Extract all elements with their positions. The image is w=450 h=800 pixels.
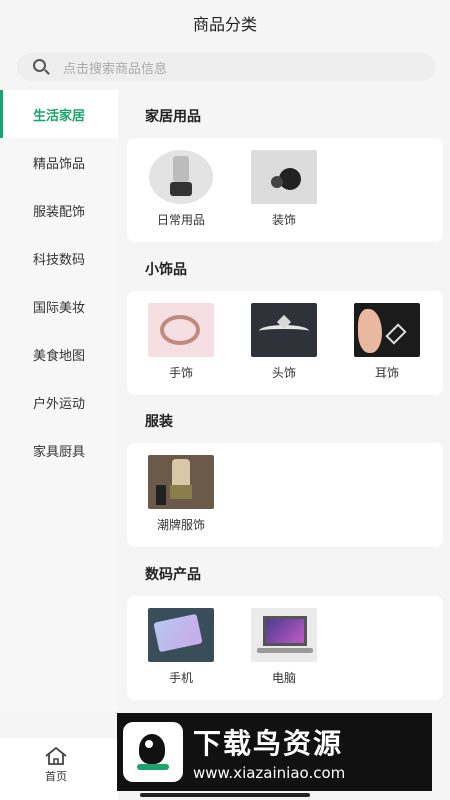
category-item[interactable]: 耳饰: [353, 303, 421, 381]
tiara-image: [251, 303, 317, 357]
sidebar-item-label: 精品饰品: [32, 156, 85, 172]
bottom-nav: 首页: [0, 738, 118, 800]
category-item-label: 手饰: [168, 366, 193, 380]
category-item[interactable]: 装饰: [250, 150, 318, 228]
search-bar[interactable]: 点击搜索商品信息: [17, 53, 436, 81]
home-tab-label[interactable]: 首页: [0, 768, 112, 784]
sidebar-item-label: 服装配饰: [32, 204, 85, 220]
category-item-label: 头饰: [271, 366, 296, 380]
watermark-url: www.xiazainiao.com: [193, 764, 346, 782]
category-card: 手饰 头饰 耳饰: [127, 291, 443, 395]
sidebar-item-food[interactable]: 美食地图: [0, 330, 118, 378]
category-content: 家居用品 日常用品 装饰 小饰品 手饰 头饰 耳饰 服装 潮牌服饰 数码产品 手…: [118, 90, 450, 720]
category-item-label: 电脑: [271, 671, 296, 685]
sidebar-item-label: 生活家居: [32, 108, 85, 124]
bird-logo-icon: [123, 722, 183, 782]
sidebar-item-label: 美食地图: [32, 348, 85, 364]
search-icon: [31, 57, 51, 77]
category-card: 手机 电脑: [127, 596, 443, 700]
home-indicator: [140, 793, 310, 797]
page-header: 商品分类: [0, 0, 450, 45]
phone-image: [148, 608, 214, 662]
sidebar-item-jewelry[interactable]: 精品饰品: [0, 138, 118, 186]
category-item[interactable]: 手饰: [147, 303, 215, 381]
watermark-title: 下载鸟资源: [193, 727, 344, 760]
watermark-banner: 下载鸟资源 www.xiazainiao.com: [117, 713, 432, 791]
sidebar-item-tech[interactable]: 科技数码: [0, 234, 118, 282]
search-input[interactable]: 点击搜索商品信息: [63, 58, 167, 77]
sidebar-item-apparel[interactable]: 服装配饰: [0, 186, 118, 234]
bracelet-image: [148, 303, 214, 357]
fashion-image: [148, 455, 214, 509]
category-item-label: 装饰: [271, 213, 296, 227]
sidebar-item-furniture[interactable]: 家具厨具: [0, 426, 118, 474]
section-title: 服装: [145, 414, 173, 430]
sidebar-item-living-home[interactable]: 生活家居: [0, 90, 118, 138]
category-item[interactable]: 电脑: [250, 608, 318, 686]
earring-image: [354, 303, 420, 357]
category-item-label: 手机: [168, 671, 193, 685]
sidebar-item-label: 户外运动: [32, 396, 85, 412]
sidebar-item-label: 科技数码: [32, 252, 85, 268]
page-title: 商品分类: [192, 14, 257, 34]
section-title: 数码产品: [145, 567, 201, 583]
laptop-image: [251, 608, 317, 662]
blender-image: [149, 150, 213, 204]
sidebar-item-label: 家具厨具: [32, 444, 85, 460]
category-sidebar: 生活家居 精品饰品 服装配饰 科技数码 国际美妆 美食地图 户外运动 家具厨具: [0, 90, 118, 710]
category-item-label: 日常用品: [156, 213, 205, 227]
category-card: 潮牌服饰: [127, 443, 443, 547]
section-title: 小饰品: [145, 262, 187, 278]
sidebar-item-beauty[interactable]: 国际美妆: [0, 282, 118, 330]
category-item[interactable]: 手机: [147, 608, 215, 686]
category-card: 日常用品 装饰: [127, 138, 443, 242]
home-icon[interactable]: [44, 746, 68, 766]
category-item[interactable]: 潮牌服饰: [147, 455, 215, 533]
category-item-label: 潮牌服饰: [156, 518, 205, 532]
decoration-image: [251, 150, 317, 204]
category-item[interactable]: 头饰: [250, 303, 318, 381]
sidebar-item-outdoor[interactable]: 户外运动: [0, 378, 118, 426]
category-item-label: 耳饰: [374, 366, 399, 380]
sidebar-item-label: 国际美妆: [32, 300, 85, 316]
section-title: 家居用品: [145, 109, 201, 125]
category-item[interactable]: 日常用品: [147, 150, 215, 228]
